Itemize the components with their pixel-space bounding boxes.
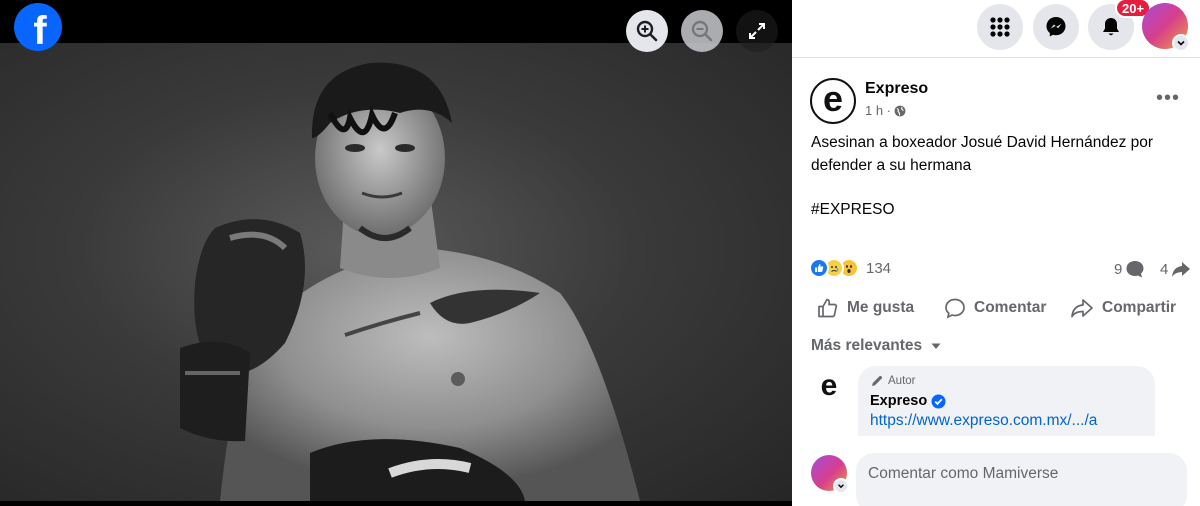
comment-author-name-text: Expreso <box>870 393 928 409</box>
thumbs-up-icon <box>818 298 838 318</box>
comments-count-value: 9 <box>1114 260 1123 278</box>
fullscreen-button[interactable] <box>736 10 778 52</box>
messenger-button[interactable] <box>1033 4 1079 50</box>
grid-menu-icon <box>990 17 1010 37</box>
author-tag-label: Autor <box>888 375 916 387</box>
post-timestamp[interactable]: 1 h · <box>865 103 891 118</box>
reaction-count: 134 <box>866 259 892 277</box>
comment-bubble: Autor Expreso https://www.expreso.com.mx… <box>858 366 1155 436</box>
page-avatar[interactable]: e <box>810 78 856 124</box>
comment-button[interactable]: Comentar <box>944 293 1046 323</box>
verified-badge-icon <box>931 394 946 408</box>
menu-button[interactable] <box>977 4 1023 50</box>
facebook-logo-icon[interactable]: f <box>14 3 62 53</box>
pencil-icon <box>872 375 883 386</box>
chevron-down-icon <box>838 484 844 489</box>
post-hashtag[interactable]: #EXPRESO <box>811 201 895 219</box>
share-label: Compartir <box>1102 299 1177 316</box>
bell-icon <box>1103 18 1119 36</box>
current-user-chevron[interactable] <box>833 478 849 494</box>
author-tag: Autor <box>870 374 1143 388</box>
messenger-icon <box>1046 17 1066 37</box>
zoom-out-icon <box>691 20 713 42</box>
share-button[interactable]: Compartir <box>1070 293 1176 323</box>
comment-bubble-icon <box>1126 261 1144 278</box>
post-meta: 1 h · <box>865 103 906 118</box>
comment-link[interactable]: https://www.expreso.com.mx/.../a <box>870 412 1143 430</box>
post-photo[interactable] <box>0 43 792 501</box>
page-avatar-letter: e <box>822 78 844 119</box>
comment-sort-dropdown[interactable]: Más relevantes <box>811 337 942 355</box>
post-text: Asesinan a boxeador Josué David Hernánde… <box>811 134 1154 174</box>
share-arrow-icon <box>1172 262 1191 277</box>
globe-icon <box>894 105 906 116</box>
account-menu-chevron[interactable] <box>1172 34 1190 52</box>
photo-viewer: f <box>0 0 792 506</box>
caret-down-icon <box>931 343 941 349</box>
boxer-photo-illustration <box>180 62 640 501</box>
facebook-logo-letter: f <box>33 8 47 53</box>
zoom-in-icon <box>636 20 658 42</box>
page-name[interactable]: Expreso <box>865 80 928 98</box>
like-button[interactable]: Me gusta <box>817 293 914 323</box>
like-label: Me gusta <box>847 299 915 316</box>
top-navigation: 20+ <box>792 0 1200 58</box>
shares-count[interactable]: 4 <box>1160 259 1191 279</box>
comments-count[interactable]: 9 <box>1114 259 1145 279</box>
comment-input[interactable]: Comentar como Mamiverse <box>856 453 1187 506</box>
zoom-in-button[interactable] <box>626 10 668 52</box>
like-reaction-icon <box>809 258 829 278</box>
shares-count-value: 4 <box>1160 260 1169 278</box>
comment-icon <box>945 298 965 319</box>
share-icon <box>1071 299 1093 318</box>
post-panel: 20+ e Expreso 1 h · ••• Asesinan a boxea… <box>792 0 1200 506</box>
post-options-button[interactable]: ••• <box>1154 84 1182 112</box>
comment-avatar-letter: e <box>820 369 838 402</box>
comment-author-avatar[interactable]: e <box>811 368 847 404</box>
comment-label: Comentar <box>974 299 1047 316</box>
sort-label: Más relevantes <box>811 337 923 354</box>
fullscreen-icon <box>749 23 765 39</box>
chevron-down-icon <box>1177 40 1185 46</box>
zoom-out-button[interactable] <box>681 10 723 52</box>
comment-author-name[interactable]: Expreso <box>870 393 1143 409</box>
reactions-summary[interactable]: 134 <box>809 258 891 278</box>
